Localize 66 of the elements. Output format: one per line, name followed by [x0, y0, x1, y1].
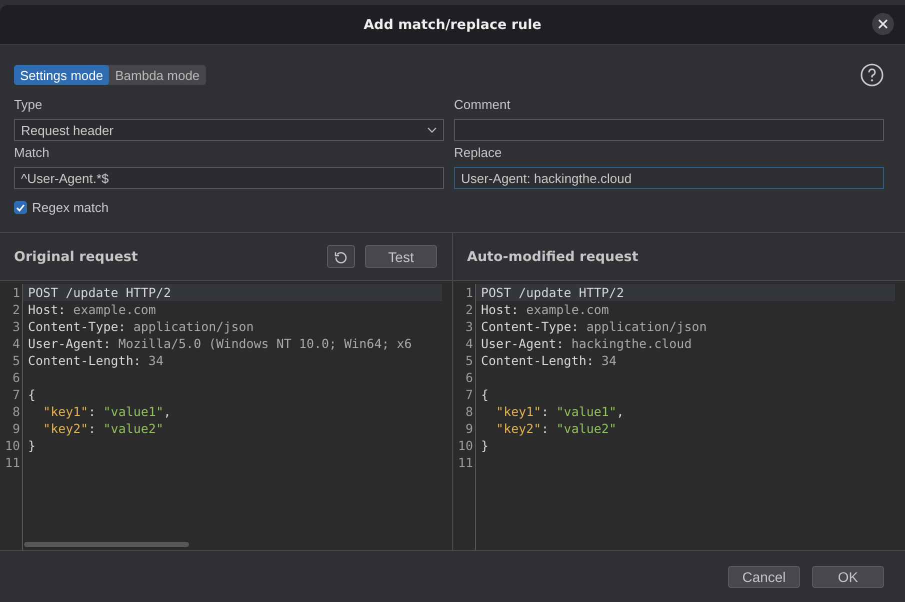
code-line: "key1": "value1",	[495, 404, 624, 419]
code-line: User-Agent: hackingthe.cloud	[481, 336, 692, 351]
field-label: Match	[14, 145, 50, 161]
code-line: Content-Type: application/json	[28, 319, 254, 334]
test-button[interactable]: Test	[365, 245, 437, 268]
line-number: 11	[456, 454, 474, 471]
code-line: }	[481, 438, 489, 453]
match-field[interactable]: ^User-Agent.*$	[14, 167, 444, 189]
line-number: 1	[11, 284, 21, 301]
code-line: "key2": "value2"	[42, 421, 164, 436]
close-button[interactable]	[872, 13, 894, 35]
line-number: 8	[464, 403, 474, 420]
type-dropdown[interactable]: Request header	[14, 119, 444, 141]
line-number: 1	[464, 284, 474, 301]
line-number: 7	[464, 386, 474, 403]
reset-button[interactable]	[327, 245, 355, 268]
code-line: {	[28, 387, 36, 402]
line-number: 3	[464, 318, 474, 335]
code-line: POST /update HTTP/2	[28, 285, 171, 300]
code-line: {	[481, 387, 489, 402]
cancel-button[interactable]: Cancel	[728, 566, 800, 588]
line-number: 10	[4, 437, 21, 454]
line-number: 6	[11, 369, 21, 386]
code-line: Content-Length: 34	[481, 353, 616, 368]
regex-checkbox[interactable]	[14, 201, 27, 214]
close-icon	[878, 19, 888, 29]
line-number: 2	[11, 301, 21, 318]
line-number: 11	[4, 454, 21, 471]
line-number: 8	[11, 403, 21, 420]
code-line: Content-Type: application/json	[481, 319, 707, 334]
comment-field[interactable]	[454, 119, 884, 141]
code-line: Host: example.com	[28, 302, 156, 317]
field-label: Replace	[454, 145, 503, 161]
mode-tab[interactable]: Bambda mode	[109, 65, 206, 85]
ok-button[interactable]: OK	[812, 566, 884, 588]
code-line: Content-Length: 34	[28, 353, 164, 368]
line-number: 6	[464, 369, 474, 386]
line-number: 9	[464, 420, 474, 437]
field-label: Comment	[454, 97, 512, 113]
mode-tab[interactable]: Settings mode	[14, 65, 110, 85]
code-line: }	[28, 438, 36, 453]
replace-field[interactable]: User-Agent: hackingthe.cloud	[454, 167, 884, 189]
horizontal-scrollbar[interactable]	[24, 542, 189, 547]
line-number: 3	[11, 318, 21, 335]
line-number: 4	[464, 335, 474, 352]
reset-icon	[334, 250, 348, 264]
code-line: Host: example.com	[481, 302, 609, 317]
panel-title: Original request	[14, 248, 138, 264]
code-line: "key1": "value1",	[42, 404, 172, 419]
line-number: 7	[11, 386, 21, 403]
chevron-down-icon	[427, 127, 437, 133]
dialog-title: Add match/replace rule	[364, 16, 542, 32]
panel-title: Auto-modified request	[467, 248, 638, 264]
field-label: Type	[14, 97, 44, 113]
help-icon	[860, 63, 884, 87]
checkmark-icon	[16, 204, 25, 212]
checkbox-label: Regex match	[32, 200, 109, 215]
line-number: 4	[11, 335, 21, 352]
line-number: 5	[11, 352, 21, 369]
code-line: POST /update HTTP/2	[481, 285, 624, 300]
code-line: "key2": "value2"	[495, 421, 616, 436]
line-number: 10	[456, 437, 474, 454]
code-line: User-Agent: Mozilla/5.0 (Windows NT 10.0; Win64; x6	[28, 336, 412, 351]
line-number: 2	[464, 301, 474, 318]
line-number: 5	[464, 352, 474, 369]
line-number: 9	[11, 420, 21, 437]
